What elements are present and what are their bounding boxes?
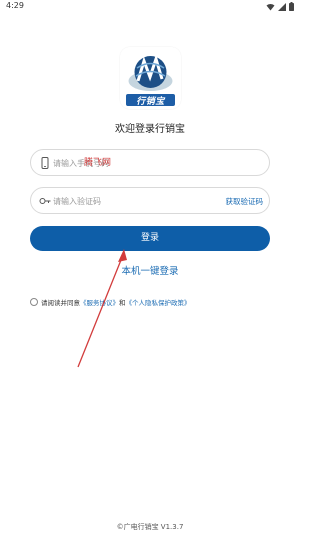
welcome-title: 欢迎登录行销宝 [115,124,185,135]
code-field[interactable]: 获取验证码 [30,187,270,214]
agreement-row: 请阅读并同意 《服务协议》 和 《个人隐私保护政策》 [30,297,191,307]
status-bar: 4:29 [0,0,300,14]
status-icons [266,2,294,11]
get-code-button[interactable]: 获取验证码 [226,196,264,207]
phone-input[interactable] [53,156,223,170]
service-agreement-link[interactable]: 《服务协议》 [80,297,119,307]
agreement-prefix: 请阅读并同意 [41,299,80,307]
phone-field[interactable] [30,149,270,176]
wifi-icon [266,3,275,10]
privacy-policy-link[interactable]: 《个人隐私保护政策》 [126,297,191,307]
app-logo: 行销宝 [120,47,181,109]
phone-icon [41,157,49,169]
key-icon [39,198,51,204]
status-time: 4:29 [6,1,24,10]
agreement-radio[interactable] [30,298,38,306]
battery-icon [289,2,294,11]
code-input[interactable] [53,194,223,208]
watermark-text: 腾飞网 [84,158,112,168]
signal-icon [278,2,286,11]
footer-version: ©广电行销宝 V1.3.7 [116,523,184,531]
logo-text: 行销宝 [136,97,165,107]
login-button[interactable]: 登录 [30,226,270,251]
one-key-login-link[interactable]: 本机一键登录 [0,263,300,277]
